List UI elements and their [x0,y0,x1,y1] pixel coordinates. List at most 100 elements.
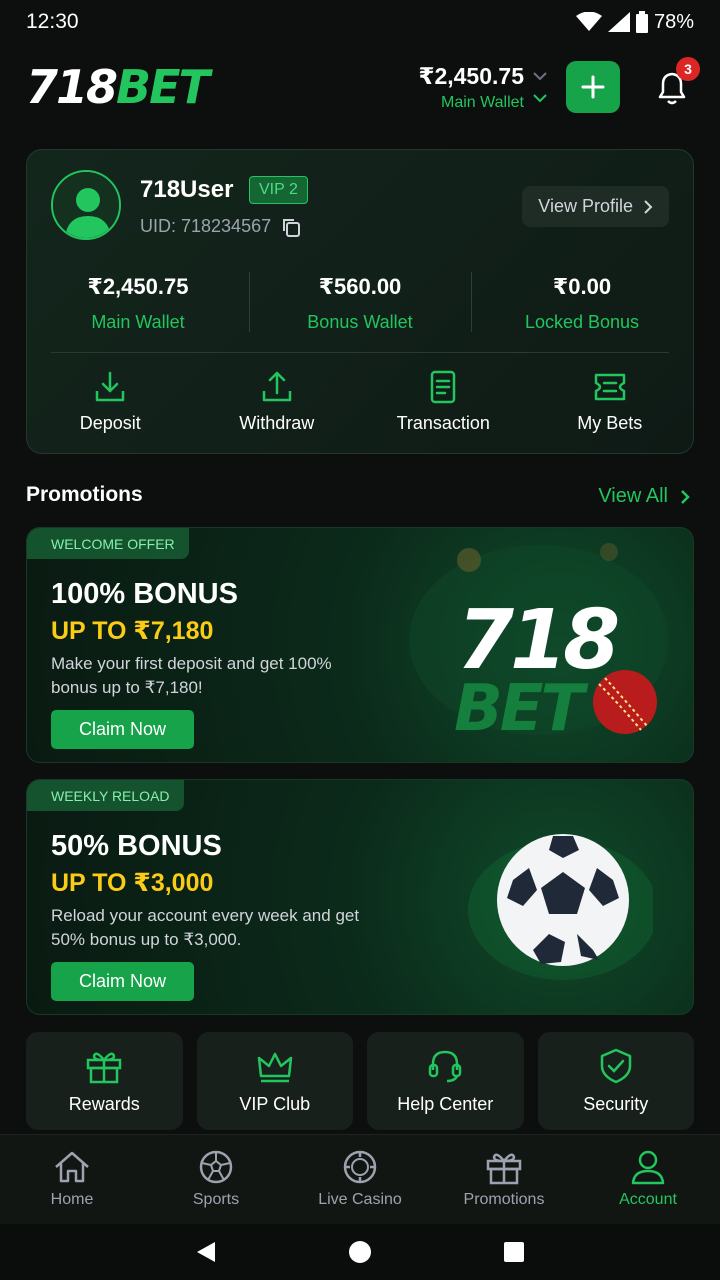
upload-icon [262,371,291,402]
view-profile-button[interactable]: View Profile [522,186,669,227]
battery-percent: 78% [653,10,694,33]
user-icon [53,172,119,238]
wallet-label: Main Wallet [441,93,524,111]
recents-icon[interactable] [503,1241,525,1263]
promotions-title: Promotions [26,483,143,506]
home-icon [55,1151,89,1183]
status-icons: 78% [575,10,694,34]
balance-amount: ₹560.00 [318,274,402,299]
wallet-amount: ₹2,450.75 [418,62,524,89]
view-profile-label: View Profile [538,196,633,216]
status-bar: 12:30 78% [0,0,720,44]
help-center-button[interactable]: Help Center [367,1032,524,1130]
my-bets-button[interactable]: My Bets [527,365,694,434]
view-all-label: View All [598,485,668,507]
tab-label: Account [619,1191,677,1208]
tab-label: Home [50,1191,94,1208]
home-circle-icon[interactable] [348,1240,372,1264]
chevron-right-icon [644,199,653,214]
cricket-ball-logo-art: 718 BET [409,543,669,740]
app-root: 12:30 78% 718BET ₹2,450.75 Main Wallet 3… [0,0,720,1280]
notifications-button[interactable]: 3 [650,57,700,109]
claim-now-button[interactable]: Claim Now [51,710,195,749]
football-icon [468,834,653,980]
tab-sports[interactable]: Sports [144,1135,288,1224]
balance-locked[interactable]: ₹0.00 Locked Bonus [471,260,693,333]
promo-card-welcome[interactable]: WELCOME OFFER 100% BONUS UP TO ₹7,180 Ma… [26,527,694,763]
balance-label: Bonus Wallet [307,312,413,332]
action-label: Transaction [396,413,490,433]
promo-card-weekly[interactable]: WEEKLY RELOAD 50% BONUS UP TO ₹3,000 Rel… [26,779,694,1015]
rewards-button[interactable]: Rewards [26,1032,183,1130]
casino-chip-icon [343,1150,377,1184]
wallet-actions: Deposit Withdraw Transaction My Bets [27,365,693,434]
balance-amount: ₹0.00 [552,274,612,299]
promo-description: Make your first deposit and get 100% bon… [51,654,332,697]
vip-club-button[interactable]: VIP Club [196,1032,353,1130]
notification-badge: 3 [676,57,700,81]
balance-main[interactable]: ₹2,450.75 Main Wallet [27,260,249,333]
card-divider [51,352,669,353]
vip-badge: VIP 2 [249,176,308,204]
art-text: BET [454,672,589,740]
avatar[interactable] [51,170,121,240]
balance-label: Main Wallet [91,312,185,332]
view-all-link[interactable]: View All [598,485,690,508]
promo-tag: WELCOME OFFER [27,528,189,559]
promo-title: 100% BONUS [51,578,238,610]
promo-subtitle: UP TO ₹7,180 [51,617,214,645]
tab-label: Promotions [463,1191,545,1208]
promo-tag: WEEKLY RELOAD [27,780,184,811]
chevron-down-icon [533,71,547,80]
download-icon [96,371,125,402]
balances-row: ₹2,450.75 Main Wallet ₹560.00 Bonus Wall… [27,260,693,333]
deposit-button[interactable]: Deposit [27,365,194,434]
headset-icon [429,1050,462,1083]
status-time: 12:30 [26,10,79,33]
uid-text: UID: 718234567 [140,216,272,236]
signal-icon [607,12,630,32]
quick-link-label: Rewards [68,1094,140,1114]
document-icon [431,370,456,404]
claim-now-button[interactable]: Claim Now [51,962,195,1001]
action-label: My Bets [577,413,643,433]
promo-subtitle: UP TO ₹3,000 [51,869,214,897]
tab-promotions[interactable]: Promotions [432,1135,576,1224]
balance-amount: ₹2,450.75 [87,274,189,299]
app-header: 718BET ₹2,450.75 Main Wallet 3 [26,52,700,122]
logo-part-text: BET [116,60,210,114]
uid-row: UID: 718234567 [140,216,301,237]
withdraw-button[interactable]: Withdraw [194,365,361,434]
chevron-right-icon [681,489,690,504]
system-nav-bar [0,1224,720,1280]
gift-icon [486,1153,522,1185]
tab-label: Sports [192,1191,240,1208]
tab-account[interactable]: Account [576,1135,720,1224]
balance-label: Locked Bonus [524,312,640,332]
action-label: Deposit [79,413,141,433]
action-label: Withdraw [239,413,315,433]
ticket-icon [594,373,625,401]
promo-title: 50% BONUS [51,830,222,862]
wallet-selector[interactable]: ₹2,450.75 Main Wallet [418,63,550,112]
transaction-button[interactable]: Transaction [360,365,527,434]
chevron-down-icon [533,93,547,102]
security-button[interactable]: Security [537,1032,694,1130]
plus-icon [581,75,605,99]
username: 718User [140,176,234,203]
wifi-icon [575,12,602,31]
add-funds-button[interactable] [566,61,620,113]
promo-description: Reload your account every week and get 5… [51,906,360,949]
soccer-ball-icon [199,1150,233,1184]
user-icon [631,1150,665,1185]
copy-icon[interactable] [281,217,301,237]
tab-live-casino[interactable]: Live Casino [288,1135,432,1224]
back-icon[interactable] [195,1240,217,1264]
balance-bonus[interactable]: ₹560.00 Bonus Wallet [249,260,471,333]
quick-link-label: Help Center [397,1094,494,1114]
crown-icon [257,1052,292,1083]
quick-link-label: VIP Club [239,1094,311,1114]
bottom-tab-bar: Home Sports Live Casino Promotions Accou… [0,1134,720,1224]
tab-home[interactable]: Home [0,1135,144,1224]
brand-logo[interactable]: 718BET [26,64,210,110]
